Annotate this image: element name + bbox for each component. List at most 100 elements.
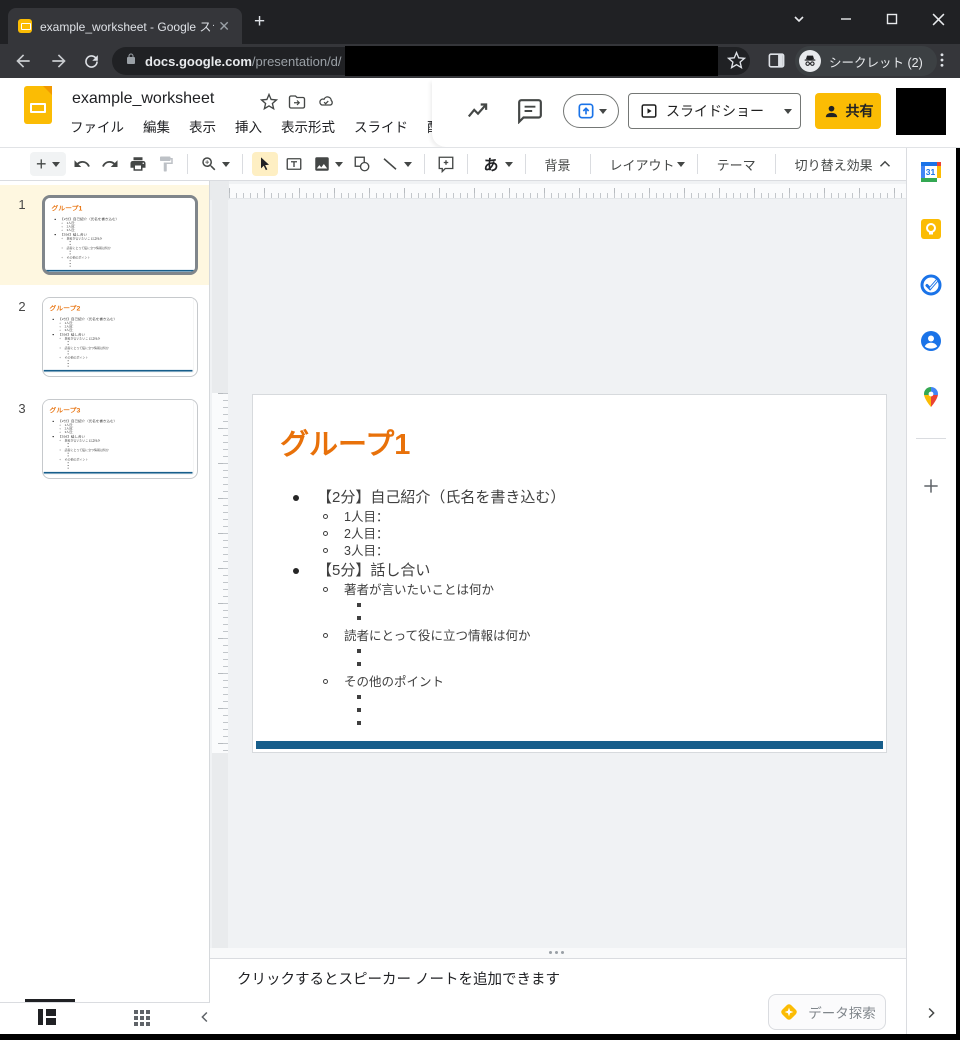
- insert-line-button[interactable]: [378, 152, 415, 176]
- tasks-icon[interactable]: [919, 273, 943, 297]
- bullet-item-level-3: [43, 365, 191, 368]
- window-minimize-button[interactable]: [833, 6, 859, 32]
- window-menu-chevron-icon[interactable]: [786, 6, 812, 32]
- url-host: docs.google.com: [145, 54, 252, 69]
- bullet-item-level-2: 読者にとって役に立つ情報は何か: [253, 628, 878, 645]
- slide-thumbnail[interactable]: グループ3【2分】自己紹介（氏名を書き込む）1人目：2人目：3人目：【5分】話し…: [42, 399, 198, 479]
- slideshow-button[interactable]: スライドショー: [628, 93, 776, 129]
- menu-item[interactable]: ファイル: [70, 116, 124, 136]
- undo-button[interactable]: [70, 152, 94, 176]
- insert-image-button[interactable]: [310, 152, 346, 176]
- document-title[interactable]: example_worksheet: [72, 90, 214, 108]
- move-folder-icon[interactable]: [288, 93, 306, 111]
- lock-icon: [125, 52, 137, 71]
- slide-bullets[interactable]: 【2分】自己紹介（氏名を書き込む）1人目：2人目：3人目：【5分】話し合い著者が…: [253, 487, 878, 730]
- comment-history-icon[interactable]: [517, 98, 543, 129]
- speaker-notes-placeholder[interactable]: クリックするとスピーカー ノートを追加できます: [237, 968, 560, 989]
- slide-thumbnail-row[interactable]: 1グループ1【2分】自己紹介（氏名を書き込む）1人目：2人目：3人目：【5分】話…: [0, 185, 209, 285]
- transition-button[interactable]: 切り替え効果: [785, 152, 883, 176]
- incognito-label: シークレット (2): [829, 52, 923, 71]
- browser-tab[interactable]: example_worksheet - Google スラ ✕: [8, 8, 242, 44]
- menu-item[interactable]: 挿入: [235, 116, 262, 136]
- slide-thumbnail-row[interactable]: 2グループ2【2分】自己紹介（氏名を書き込む）1人目：2人目：3人目：【5分】話…: [0, 287, 209, 387]
- new-tab-button[interactable]: +: [254, 12, 265, 32]
- calendar-icon[interactable]: 31: [919, 160, 943, 184]
- person-icon: [823, 103, 840, 120]
- bullet-item-level-3: [43, 467, 191, 470]
- collapse-side-panel-chevron-icon[interactable]: [922, 1004, 940, 1027]
- get-addons-plus-icon[interactable]: [921, 476, 941, 501]
- zoom-button[interactable]: [197, 152, 233, 176]
- contacts-icon[interactable]: [919, 329, 943, 353]
- grid-view-icon[interactable]: [134, 1010, 150, 1026]
- slide-title[interactable]: グループ1: [280, 428, 410, 462]
- collapse-filmstrip-chevron-icon[interactable]: [196, 1008, 214, 1031]
- slideshow-dropdown-button[interactable]: [775, 93, 801, 129]
- keep-icon[interactable]: [919, 217, 943, 241]
- tab-close-icon[interactable]: ✕: [214, 17, 234, 35]
- bullet-item-level-3: [253, 704, 878, 717]
- present-dropdown-caret[interactable]: [599, 109, 607, 114]
- bullet-item-level-3: [45, 243, 193, 246]
- paint-format-button[interactable]: [154, 152, 178, 176]
- reload-icon[interactable]: [80, 50, 102, 72]
- window-close-button[interactable]: [925, 6, 951, 32]
- notes-resize-handle[interactable]: [549, 951, 564, 954]
- print-button[interactable]: [126, 152, 150, 176]
- explore-label: データ探索: [808, 1002, 876, 1022]
- collapse-menus-chevron-icon[interactable]: [876, 155, 894, 178]
- vertical-ruler-top: [212, 199, 228, 393]
- side-panel-toggle-icon[interactable]: [767, 51, 786, 75]
- explore-button[interactable]: データ探索: [768, 994, 886, 1030]
- active-view-indicator: [25, 999, 75, 1002]
- menu-item[interactable]: 編集: [143, 116, 170, 136]
- bullet-item-level-3: [253, 658, 878, 671]
- background-button[interactable]: 背景: [535, 152, 581, 176]
- theme-button[interactable]: テーマ: [707, 152, 766, 176]
- slideshow-icon: [640, 102, 658, 120]
- window-edge-bottom: [0, 1034, 960, 1040]
- slides-logo[interactable]: [24, 86, 52, 124]
- bullet-item-level-2: 1人目：: [253, 509, 878, 526]
- slide-thumbnail[interactable]: グループ1【2分】自己紹介（氏名を書き込む）1人目：2人目：3人目：【5分】話し…: [42, 195, 198, 275]
- share-button[interactable]: 共有: [815, 93, 881, 129]
- select-tool-button[interactable]: [252, 152, 278, 176]
- slide-thumbnail-row[interactable]: 3グループ3【2分】自己紹介（氏名を書き込む）1人目：2人目：3人目：【5分】話…: [0, 389, 209, 489]
- account-avatar[interactable]: [896, 88, 946, 135]
- text-box-button[interactable]: [282, 152, 306, 176]
- url-redacted-block: [345, 46, 718, 76]
- window-maximize-button[interactable]: [879, 6, 905, 32]
- activity-history-icon[interactable]: [465, 98, 491, 129]
- incognito-chip[interactable]: シークレット (2): [795, 46, 937, 76]
- menu-item[interactable]: 表示: [189, 116, 216, 136]
- menu-item[interactable]: スライド: [354, 116, 408, 136]
- bullet-item-level-3: [45, 265, 193, 268]
- text-format-button[interactable]: あ: [477, 152, 516, 176]
- filmstrip-footer: [0, 1002, 210, 1034]
- star-document-icon[interactable]: [260, 93, 278, 111]
- window-edge-right: [956, 148, 960, 1040]
- browser-menu-kebab-icon[interactable]: [933, 50, 951, 75]
- bullet-item-level-3: [253, 599, 878, 612]
- menu-item[interactable]: 表示形式: [281, 116, 335, 136]
- slide-thumbnail[interactable]: グループ2【2分】自己紹介（氏名を書き込む）1人目：2人目：3人目：【5分】話し…: [42, 297, 198, 377]
- notes-resize-strip[interactable]: [210, 948, 956, 958]
- side-panel-divider: [916, 438, 946, 439]
- bullet-item-level-3: [43, 353, 191, 356]
- back-icon[interactable]: [12, 50, 34, 72]
- filmstrip-view-icon[interactable]: [38, 1009, 56, 1025]
- forward-icon[interactable]: [48, 50, 70, 72]
- insert-comment-button[interactable]: [434, 152, 458, 176]
- bookmark-star-icon[interactable]: [727, 51, 746, 75]
- redo-button[interactable]: [98, 152, 122, 176]
- maps-icon[interactable]: [919, 385, 943, 409]
- thumbnail-slide-title: グループ2: [49, 305, 80, 312]
- insert-shape-button[interactable]: [350, 152, 374, 176]
- layout-button[interactable]: レイアウト: [600, 152, 688, 176]
- bullet-item-level-3: [253, 717, 878, 730]
- cloud-saved-icon[interactable]: [316, 93, 334, 111]
- present-button[interactable]: [563, 94, 619, 128]
- main-slide[interactable]: グループ1 【2分】自己紹介（氏名を書き込む）1人目：2人目：3人目：【5分】話…: [253, 395, 886, 752]
- horizontal-ruler: [229, 184, 906, 199]
- new-slide-button[interactable]: +: [30, 152, 66, 176]
